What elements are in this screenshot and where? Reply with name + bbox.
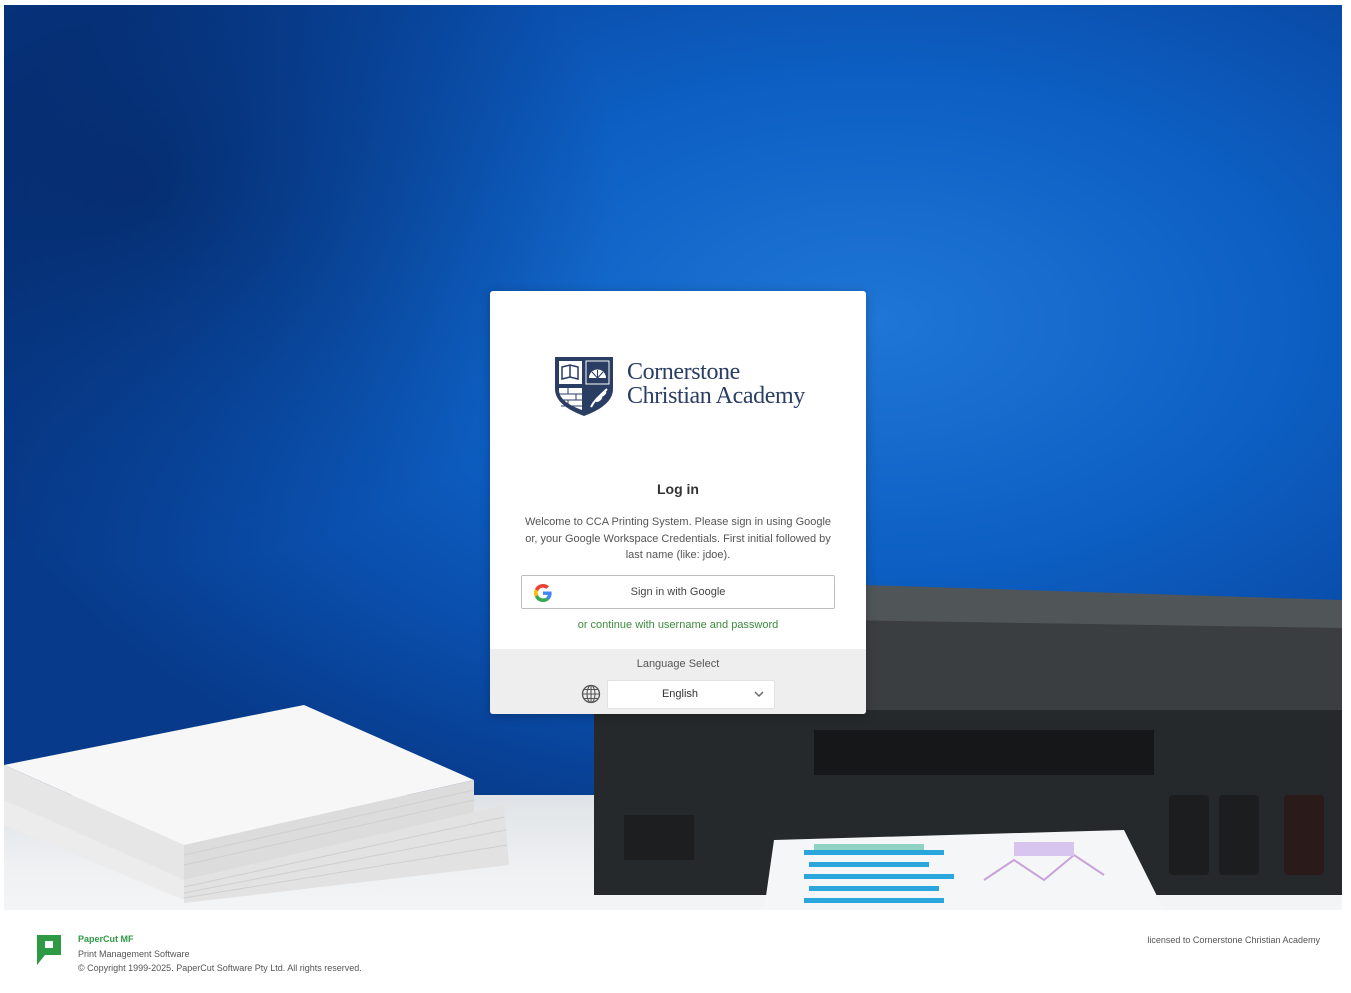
chevron-down-icon xyxy=(754,691,764,697)
google-button-label: Sign in with Google xyxy=(630,586,726,598)
organization-logo: Cornerstone Christian Academy xyxy=(553,355,805,417)
page: Cornerstone Christian Academy Log in Wel… xyxy=(0,0,1351,993)
language-selected-value: English xyxy=(661,688,699,700)
product-subtitle: Print Management Software xyxy=(78,949,190,959)
product-name: PaperCut MF xyxy=(78,934,134,944)
footer: PaperCut MF Print Management Software © … xyxy=(0,910,1351,993)
language-label: Language Select xyxy=(636,658,720,670)
org-name-line2: Christian Academy xyxy=(627,383,805,409)
sign-in-with-google-button[interactable]: Sign in with Google xyxy=(521,575,835,609)
language-section: Language Select English xyxy=(490,649,866,714)
crest-icon xyxy=(555,357,613,416)
login-card: Cornerstone Christian Academy Log in Wel… xyxy=(490,291,866,714)
copyright-text: © Copyright 1999-2025. PaperCut Software… xyxy=(78,963,362,973)
login-title: Log in xyxy=(657,481,699,497)
org-name-line1: Cornerstone xyxy=(627,359,740,385)
papercut-logo-icon xyxy=(37,935,61,965)
language-dropdown[interactable]: English xyxy=(607,680,775,709)
globe-icon xyxy=(581,684,601,704)
paper-stack-image xyxy=(4,705,509,903)
username-password-link[interactable]: or continue with username and password xyxy=(490,619,866,631)
license-text: licensed to Cornerstone Christian Academ… xyxy=(1147,935,1320,945)
welcome-text: Welcome to CCA Printing System. Please s… xyxy=(524,516,832,561)
